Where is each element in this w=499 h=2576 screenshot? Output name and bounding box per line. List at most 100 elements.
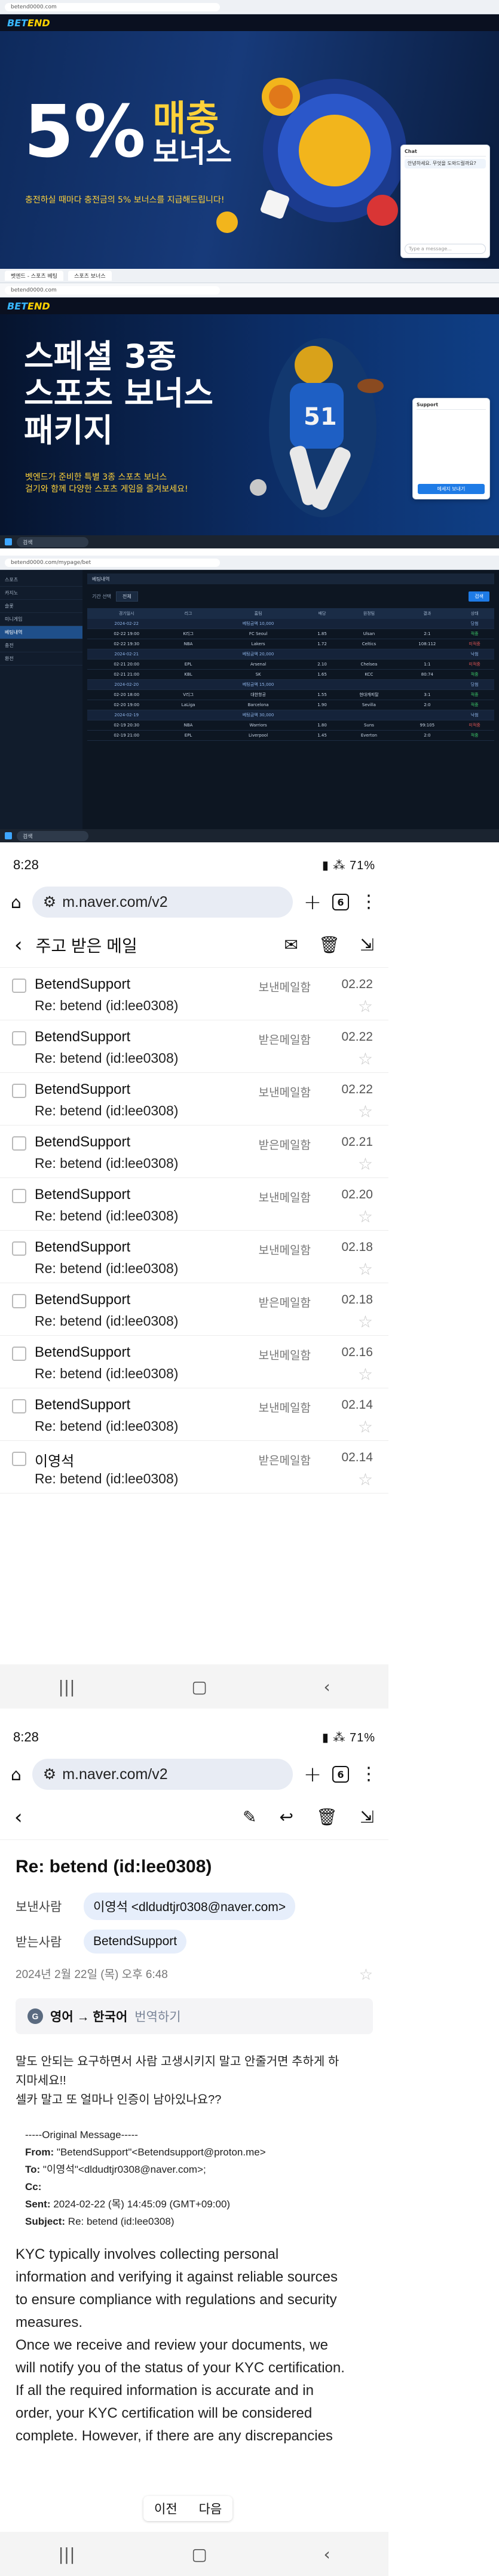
browser-tab-2[interactable]: 스포츠 보너스 bbox=[68, 271, 112, 281]
mail-checkbox[interactable] bbox=[12, 1452, 26, 1466]
taskbar-search[interactable]: 검색 bbox=[17, 536, 88, 547]
windows-start-icon[interactable] bbox=[5, 538, 12, 545]
star-icon[interactable]: ☆ bbox=[358, 1049, 373, 1069]
bet-row[interactable]: 02-21 21:00 KBL SK 1.65 KCC 80:74 적중 bbox=[87, 669, 494, 680]
mail-list-item[interactable]: BetendSupport Re: betend (id:lee0308) 보낸메일… bbox=[0, 1178, 388, 1231]
bet-row[interactable]: 02-22 19:00 K리그 FC Seoul 1.85 Ulsan 2:1 적중 bbox=[87, 628, 494, 639]
mail-list-item[interactable]: BetendSupport Re: betend (id:lee0308) 받은메일… bbox=[0, 1020, 388, 1073]
star-icon[interactable]: ☆ bbox=[358, 1102, 373, 1121]
star-icon[interactable]: ☆ bbox=[358, 1417, 373, 1437]
star-icon[interactable]: ☆ bbox=[358, 996, 373, 1016]
tab-count[interactable]: 6 bbox=[332, 894, 349, 910]
reply-icon[interactable]: ↩ bbox=[280, 1807, 293, 1827]
mail-checkbox[interactable] bbox=[12, 1084, 26, 1098]
translate-bar[interactable]: G 영어 → 한국어 번역하기 bbox=[16, 1998, 373, 2034]
mail-list-item[interactable]: BetendSupport Re: betend (id:lee0308) 받은메일… bbox=[0, 1283, 388, 1336]
live-chat-widget[interactable]: Chat 안녕하세요. 무엇을 도와드릴까요? Type a message..… bbox=[400, 145, 490, 258]
browser-url-2[interactable]: betend0000.com bbox=[5, 286, 220, 295]
mail-checkbox[interactable] bbox=[12, 979, 26, 993]
edit-icon[interactable]: ✎ bbox=[243, 1807, 256, 1827]
filter-select[interactable]: 전체 bbox=[115, 591, 138, 602]
star-icon[interactable]: ☆ bbox=[359, 1965, 373, 1984]
new-tab-icon[interactable]: + bbox=[304, 890, 322, 915]
filter-search-button[interactable]: 검색 bbox=[469, 591, 489, 602]
mail-list-item[interactable]: BetendSupport Re: betend (id:lee0308) 받은메일… bbox=[0, 1126, 388, 1178]
home-button-icon[interactable]: ▢ bbox=[191, 1677, 207, 1697]
star-icon[interactable]: ☆ bbox=[358, 1259, 373, 1279]
bet-row[interactable]: 02-22 19:30 NBA Lakers 1.72 Celtics 108:112 미적… bbox=[87, 639, 494, 649]
back-button-icon-2[interactable]: ‹ bbox=[323, 2544, 330, 2564]
mail-list-item[interactable]: 이영석 Re: betend (id:lee0308) 받은메일함 02.14 ☆ bbox=[0, 1441, 388, 1494]
delete-all-icon[interactable]: 🗑 bbox=[319, 935, 340, 955]
delete-icon[interactable]: 🗑 bbox=[316, 1807, 338, 1827]
star-icon[interactable]: ☆ bbox=[358, 1470, 373, 1489]
browser-tab-1[interactable]: 벳엔드 - 스포츠 베팅 bbox=[5, 271, 64, 281]
sidebar-item-deposit[interactable]: 충전 bbox=[0, 639, 82, 652]
mail-list-item[interactable]: BetendSupport Re: betend (id:lee0308) 보낸메일… bbox=[0, 1388, 388, 1441]
mail-checkbox[interactable] bbox=[12, 1294, 26, 1308]
site-logo-2[interactable]: BETEND bbox=[7, 300, 50, 312]
star-icon[interactable]: ☆ bbox=[358, 1207, 373, 1226]
home-button-icon-2[interactable]: ▢ bbox=[191, 2544, 207, 2564]
mail-list-item[interactable]: BetendSupport Re: betend (id:lee0308) 보낸메일… bbox=[0, 1336, 388, 1388]
bet-slip-summary-row[interactable]: 2024-02-20 베팅금액 15,000 당첨 bbox=[87, 679, 494, 690]
address-pill-2[interactable]: ⚙ m.naver.com/v2 bbox=[32, 1759, 293, 1790]
mail-checkbox[interactable] bbox=[12, 1241, 26, 1256]
promo-banner[interactable]: 5% 매충 보너스 충전하실 때마다 충전금의 5% 보너스를 지급해드립니다!… bbox=[0, 31, 499, 269]
sidebar-item-casino[interactable]: 카지노 bbox=[0, 587, 82, 600]
recipient-chip[interactable]: BetendSupport bbox=[84, 1930, 187, 1954]
prev-mail-button[interactable]: 이전 bbox=[143, 2496, 188, 2521]
sports-promo-banner[interactable]: 51 스페셜 3종 스포츠 보너스 패키지 벳엔드가 준비한 특별 3종 스포츠… bbox=[0, 314, 499, 535]
home-icon[interactable]: ⌂ bbox=[11, 893, 22, 912]
back-arrow-icon-2[interactable]: ‹ bbox=[14, 1805, 23, 1829]
star-icon[interactable]: ☆ bbox=[358, 1364, 373, 1384]
translate-link[interactable]: 번역하기 bbox=[134, 2007, 180, 2025]
support-chat-widget[interactable]: Support 메세지 보내기 bbox=[412, 398, 490, 499]
more-menu-icon-2[interactable]: ⋮ bbox=[360, 1765, 378, 1783]
taskbar-search-2[interactable]: 검색 bbox=[17, 830, 88, 841]
home-icon-2[interactable]: ⌂ bbox=[11, 1765, 22, 1784]
sidebar-item-withdraw[interactable]: 환전 bbox=[0, 652, 82, 666]
next-mail-button[interactable]: 다음 bbox=[188, 2496, 233, 2521]
back-button-icon[interactable]: ‹ bbox=[323, 1677, 330, 1697]
mail-list-item[interactable]: BetendSupport Re: betend (id:lee0308) 보낸메일… bbox=[0, 968, 388, 1020]
site-settings-icon[interactable]: ⚙ bbox=[43, 893, 56, 911]
bet-row[interactable]: 02-21 20:00 EPL Arsenal 2.10 Chelsea 1:1 미적중 bbox=[87, 659, 494, 670]
bet-slip-summary-row[interactable]: 2024-02-19 베팅금액 30,000 낙첨 bbox=[87, 710, 494, 720]
star-icon[interactable]: ☆ bbox=[358, 1312, 373, 1332]
sidebar-item-slot[interactable]: 슬롯 bbox=[0, 600, 82, 613]
bet-row[interactable]: 02-19 20:30 NBA Warriors 1.80 Suns 99:105 미적중 bbox=[87, 720, 494, 731]
more-menu-icon[interactable]: ⋮ bbox=[360, 893, 378, 911]
bet-row[interactable]: 02-20 18:00 V리그 대한항공 1.55 현대캐피탈 3:1 적중 bbox=[87, 689, 494, 700]
mail-checkbox[interactable] bbox=[12, 1189, 26, 1203]
back-arrow-icon[interactable]: ‹ bbox=[14, 933, 23, 957]
mail-checkbox[interactable] bbox=[12, 1399, 26, 1413]
tab-count-2[interactable]: 6 bbox=[332, 1766, 349, 1783]
mail-checkbox[interactable] bbox=[12, 1136, 26, 1151]
chat-input[interactable]: Type a message... bbox=[405, 244, 486, 254]
recent-apps-icon-2[interactable]: ||| bbox=[58, 2544, 75, 2564]
mark-all-read-icon[interactable]: ✉ bbox=[284, 935, 298, 955]
site-logo[interactable]: BETEND bbox=[7, 17, 50, 29]
mail-list-item[interactable]: BetendSupport Re: betend (id:lee0308) 보낸메일… bbox=[0, 1073, 388, 1126]
bet-row[interactable]: 02-20 19:00 LaLiga Barcelona 1.90 Sevilla 2:0… bbox=[87, 700, 494, 710]
site-settings-icon-2[interactable]: ⚙ bbox=[43, 1765, 56, 1783]
sidebar-item-bet-history[interactable]: 베팅내역 bbox=[0, 626, 82, 639]
recent-apps-icon[interactable]: ||| bbox=[58, 1677, 75, 1697]
mail-checkbox[interactable] bbox=[12, 1031, 26, 1045]
sender-chip[interactable]: 이영석 <dldudtjr0308@naver.com> bbox=[84, 1893, 296, 1920]
address-pill[interactable]: ⚙ m.naver.com/v2 bbox=[32, 887, 293, 918]
bet-slip-summary-row[interactable]: 2024-02-21 베팅금액 20,000 낙첨 bbox=[87, 649, 494, 660]
bet-slip-summary-row[interactable]: 2024-02-22 베팅금액 10,000 당첨 bbox=[87, 619, 494, 629]
move-icon[interactable]: ⇲ bbox=[360, 935, 374, 955]
mail-list-item[interactable]: BetendSupport Re: betend (id:lee0308) 보낸메일… bbox=[0, 1231, 388, 1283]
support-chat-send-button[interactable]: 메세지 보내기 bbox=[418, 484, 485, 494]
sidebar-item-minigame[interactable]: 미니게임 bbox=[0, 613, 82, 626]
new-tab-icon-2[interactable]: + bbox=[304, 1762, 322, 1787]
browser-url[interactable]: betend0000.com bbox=[5, 2, 220, 11]
browser-url-3[interactable]: betend0000.com/mypage/bet bbox=[5, 558, 220, 567]
move-icon-2[interactable]: ⇲ bbox=[360, 1807, 374, 1827]
star-icon[interactable]: ☆ bbox=[358, 1154, 373, 1174]
windows-start-icon-2[interactable] bbox=[5, 832, 12, 839]
mail-checkbox[interactable] bbox=[12, 1347, 26, 1361]
